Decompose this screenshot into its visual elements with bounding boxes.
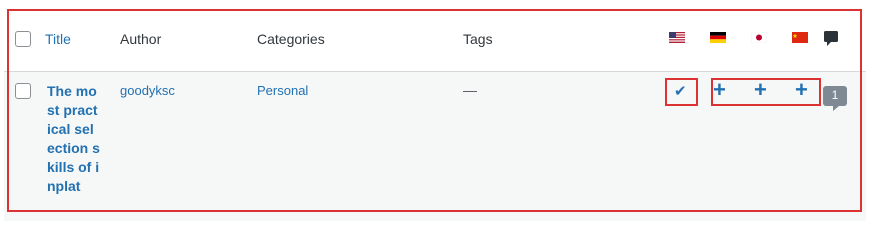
post-title-link[interactable]: The most practical selection skills of i…: [47, 82, 101, 221]
comment-count: 1: [831, 88, 839, 102]
column-title-header[interactable]: Title: [45, 31, 71, 47]
us-flag-icon: [669, 32, 685, 43]
add-translation-de-icon[interactable]: +: [713, 78, 726, 102]
post-tags-value: —: [463, 82, 477, 98]
japan-flag-icon: [751, 32, 767, 43]
column-categories-header: Categories: [257, 31, 325, 47]
translation-check-icon[interactable]: ✔: [674, 82, 687, 100]
china-flag-icon: [792, 32, 808, 43]
add-translation-zh-icon[interactable]: +: [795, 78, 808, 102]
add-translation-ja-icon[interactable]: +: [754, 78, 767, 102]
comment-icon: [824, 31, 838, 46]
germany-flag-icon: [710, 32, 726, 43]
column-author-header: Author: [120, 31, 162, 47]
post-category-link[interactable]: Personal: [257, 83, 308, 98]
posts-table: Title Author Categories Tags The most pr…: [0, 0, 872, 221]
row-select-checkbox[interactable]: [15, 83, 31, 99]
column-tags-header: Tags: [463, 31, 493, 47]
select-all-checkbox[interactable]: [15, 31, 31, 47]
post-author-link[interactable]: goodyksc: [120, 83, 175, 98]
